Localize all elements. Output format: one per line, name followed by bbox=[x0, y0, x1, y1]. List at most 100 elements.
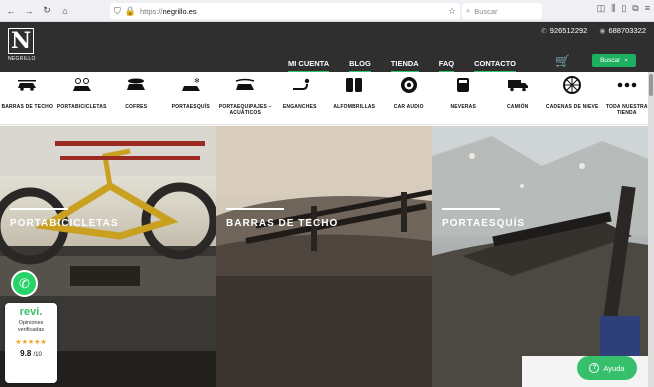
back-icon[interactable]: ← bbox=[4, 4, 18, 18]
help-label: Ayuda bbox=[603, 363, 625, 373]
whatsapp-icon: ✆ bbox=[19, 275, 30, 291]
forward-icon[interactable]: → bbox=[22, 4, 36, 18]
lock-icon[interactable]: 🔒 bbox=[125, 6, 136, 17]
car-roof-bars-icon bbox=[16, 76, 38, 94]
title-accent-bar bbox=[10, 208, 68, 210]
search-icon: ⌕ bbox=[624, 56, 628, 64]
category-portaequipajes-acuaticos[interactable]: PORTAEQUIPAJES – ACUÁTICOS bbox=[218, 72, 273, 126]
hero-title: PORTAESQUÍS bbox=[442, 218, 526, 229]
category-portabicicletas[interactable]: PORTABICICLETAS bbox=[55, 72, 110, 126]
bookmark-star-icon[interactable]: ☆ bbox=[448, 6, 456, 17]
revi-subtitle: Opiniones verificadas bbox=[17, 320, 45, 334]
truck-icon bbox=[507, 76, 529, 94]
site-logo[interactable]: N NEGRILLO bbox=[8, 28, 36, 66]
title-accent-bar bbox=[226, 208, 284, 210]
category-label: NEVERAS bbox=[450, 104, 477, 110]
rating-score-value: 9.8 bbox=[20, 349, 32, 359]
extensions-icon[interactable]: ⧉ bbox=[632, 3, 638, 14]
ski-carrier-photo bbox=[432, 126, 654, 387]
roof-bars-photo bbox=[216, 126, 432, 387]
nav-faq[interactable]: FAQ bbox=[438, 59, 455, 73]
category-portaesquis[interactable]: ❄ PORTAESQUÍS bbox=[164, 72, 219, 126]
menu-icon[interactable]: ≡ bbox=[645, 3, 650, 14]
whatsapp-icon: ◉ bbox=[599, 28, 606, 35]
tow-hitch-icon bbox=[289, 76, 311, 94]
roof-box-icon bbox=[125, 76, 147, 94]
category-alfombrillas[interactable]: ALFOMBRILLAS bbox=[327, 72, 382, 126]
search-icon: ⌕ bbox=[466, 6, 471, 15]
hero-tile-barras-de-techo[interactable]: BARRAS DE TECHO bbox=[216, 126, 432, 387]
category-label: PORTABICICLETAS bbox=[56, 104, 107, 110]
help-icon: ? bbox=[589, 363, 600, 373]
phone-number-1[interactable]: 926512292 bbox=[550, 26, 588, 35]
category-label: BARRAS DE TECHO bbox=[1, 104, 54, 110]
library-icon[interactable]: ⫼ bbox=[611, 3, 615, 14]
category-bar: BARRAS DE TECHO PORTABICICLETAS COFRES ❄… bbox=[0, 72, 654, 126]
title-accent-bar bbox=[442, 208, 500, 210]
hero-tile-portaesquis[interactable]: PORTAESQUÍS bbox=[432, 126, 654, 387]
url-domain: negrillo.es bbox=[162, 6, 197, 16]
category-cofres[interactable]: COFRES bbox=[109, 72, 164, 126]
category-car-audio[interactable]: CAR AUDIO bbox=[382, 72, 437, 126]
address-bar[interactable]: ⛉ 🔒 https:// negrillo.es ☆ bbox=[110, 3, 460, 19]
revi-brand: revi. bbox=[19, 306, 43, 318]
main-nav: MI CUENTA BLOG TIENDA FAQ CONTACTO bbox=[288, 59, 536, 73]
svg-text:❄: ❄ bbox=[194, 77, 200, 85]
logo-text: NEGRILLO bbox=[8, 56, 36, 62]
browser-toolbar: ← → ↻ ⌂ ⛉ 🔒 https:// negrillo.es ☆ ⌕ Bus… bbox=[0, 0, 654, 22]
page-scrollbar[interactable] bbox=[648, 72, 654, 387]
site-header: N NEGRILLO ✆ 926512292 ◉ 688703322 MI CUEN… bbox=[0, 22, 654, 73]
shield-icon[interactable]: ⛉ bbox=[114, 6, 121, 17]
kayak-carrier-icon bbox=[234, 76, 256, 94]
hero-title: BARRAS DE TECHO bbox=[226, 218, 339, 229]
search-button-label: Buscar bbox=[600, 57, 621, 64]
nav-contacto[interactable]: CONTACTO bbox=[474, 59, 516, 73]
nav-mi-cuenta[interactable]: MI CUENTA bbox=[288, 59, 330, 73]
nav-blog[interactable]: BLOG bbox=[349, 59, 371, 73]
category-camion[interactable]: CAMIÓN bbox=[491, 72, 546, 126]
rating-score: 9.8 /10 bbox=[20, 349, 42, 358]
category-enganches[interactable]: ENGANCHES bbox=[273, 72, 328, 126]
logo-letter: N bbox=[8, 28, 34, 54]
hero-tiles: PORTABICICLETAS BARRAS DE TECHO PORTAESQ… bbox=[0, 126, 654, 387]
category-label: COFRES bbox=[125, 104, 148, 110]
pocket-icon[interactable]: ◫ bbox=[597, 3, 606, 14]
phone-number-2[interactable]: 688703322 bbox=[608, 26, 646, 35]
url-prefix: https:// bbox=[139, 6, 163, 16]
whatsapp-chat-button[interactable]: ✆ bbox=[11, 270, 38, 297]
cooler-icon bbox=[454, 76, 472, 94]
help-button[interactable]: ? Ayuda bbox=[577, 356, 637, 380]
browser-search-field[interactable]: ⌕ Buscar bbox=[462, 3, 542, 19]
rating-stars: ★★★★★ bbox=[15, 339, 47, 347]
browser-search-placeholder: Buscar bbox=[474, 6, 498, 16]
ski-carrier-icon: ❄ bbox=[180, 76, 202, 94]
category-label: ENGANCHES bbox=[282, 104, 317, 110]
category-label: CADENAS DE NIEVE bbox=[545, 104, 599, 110]
floor-mat-icon bbox=[343, 76, 365, 94]
home-icon[interactable]: ⌂ bbox=[58, 4, 72, 18]
category-label: CAR AUDIO bbox=[393, 104, 424, 110]
sidebar-icon[interactable]: ▯ bbox=[621, 3, 626, 14]
revi-reviews-widget[interactable]: revi. Opiniones verificadas ★★★★★ 9.8 /1… bbox=[5, 303, 57, 383]
reload-icon[interactable]: ↻ bbox=[40, 4, 54, 18]
hero-title: PORTABICICLETAS bbox=[10, 218, 119, 229]
bike-carrier-icon bbox=[71, 76, 93, 94]
site-search-button[interactable]: Buscar ⌕ bbox=[592, 54, 636, 67]
category-barras-de-techo[interactable]: BARRAS DE TECHO bbox=[0, 72, 55, 126]
snow-chain-icon bbox=[562, 76, 582, 94]
category-label: TODA NUESTRA TIENDA bbox=[605, 104, 648, 117]
category-label: PORTAESQUÍS bbox=[171, 104, 210, 110]
nav-tienda[interactable]: TIENDA bbox=[390, 59, 419, 73]
category-cadenas-de-nieve[interactable]: CADENAS DE NIEVE bbox=[545, 72, 600, 126]
speaker-icon bbox=[400, 76, 418, 94]
category-toda-nuestra-tienda[interactable]: TODA NUESTRA TIENDA bbox=[600, 72, 654, 126]
category-label: CAMIÓN bbox=[507, 104, 529, 110]
cart-icon[interactable]: 🛒 bbox=[555, 54, 570, 68]
category-label: PORTAEQUIPAJES – ACUÁTICOS bbox=[218, 104, 272, 117]
rating-score-suffix: /10 bbox=[33, 352, 42, 359]
phone-icon: ✆ bbox=[540, 28, 547, 35]
phone-contacts: ✆ 926512292 ◉ 688703322 bbox=[541, 26, 646, 35]
category-label: ALFOMBRILLAS bbox=[333, 104, 376, 110]
more-dots-icon bbox=[616, 76, 638, 94]
category-neveras[interactable]: NEVERAS bbox=[436, 72, 491, 126]
